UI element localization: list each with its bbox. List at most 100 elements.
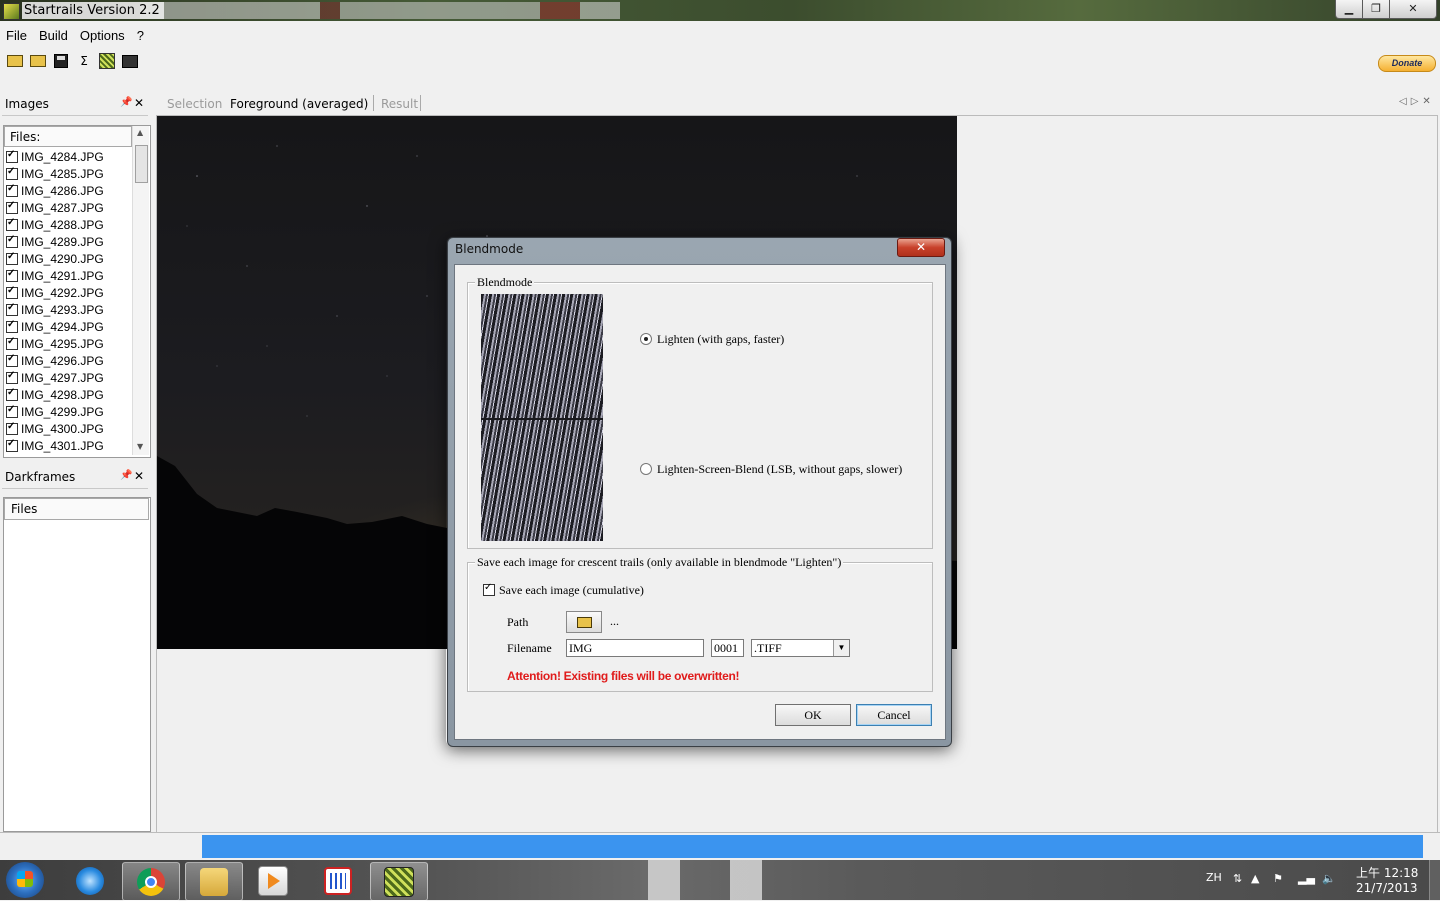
- scroll-thumb[interactable]: [135, 145, 148, 183]
- lighten-radio-label[interactable]: Lighten (with gaps, faster): [657, 332, 784, 347]
- file-list-item[interactable]: IMG_4294.JPG: [6, 318, 131, 335]
- close-icon[interactable]: ✕: [134, 96, 144, 110]
- file-checkbox[interactable]: [6, 200, 18, 214]
- dialog-close-button[interactable]: ✕: [897, 238, 945, 257]
- file-checkbox[interactable]: [6, 319, 18, 333]
- file-list-item[interactable]: IMG_4286.JPG: [6, 182, 131, 199]
- taskbar-media-player[interactable]: [245, 862, 301, 899]
- file-list-item[interactable]: IMG_4287.JPG: [6, 199, 131, 216]
- file-list-item[interactable]: IMG_4288.JPG: [6, 216, 131, 233]
- menu-build[interactable]: Build: [33, 26, 74, 46]
- minimize-button[interactable]: ▁: [1335, 0, 1363, 19]
- network-signal-icon[interactable]: ▂▄: [1298, 872, 1315, 885]
- file-checkbox[interactable]: [6, 234, 18, 248]
- save-each-checkbox[interactable]: [483, 582, 495, 596]
- start-button[interactable]: [6, 862, 44, 898]
- file-list-item[interactable]: IMG_4300.JPG: [6, 420, 131, 437]
- taskbar-grid-app[interactable]: [310, 862, 366, 899]
- save-button[interactable]: [52, 52, 70, 70]
- format-select[interactable]: .TIFF ▼: [751, 639, 850, 657]
- file-list-item[interactable]: IMG_4292.JPG: [6, 284, 131, 301]
- file-list-item[interactable]: IMG_4289.JPG: [6, 233, 131, 250]
- file-list-item[interactable]: IMG_4284.JPG: [6, 148, 131, 165]
- pin-icon[interactable]: 📌: [120, 97, 132, 108]
- file-checkbox[interactable]: [6, 370, 18, 384]
- build-sum-button[interactable]: Σ: [75, 52, 93, 70]
- tab-nav-controls[interactable]: ◁▷✕: [1399, 96, 1435, 107]
- file-checkbox[interactable]: [6, 353, 18, 367]
- taskbar-ie[interactable]: [62, 862, 118, 899]
- open-folder-icon: [577, 617, 592, 628]
- file-list-item[interactable]: IMG_4290.JPG: [6, 250, 131, 267]
- startrails-button[interactable]: [98, 52, 116, 70]
- file-list-item[interactable]: IMG_4295.JPG: [6, 335, 131, 352]
- maximize-button[interactable]: ❐: [1362, 0, 1390, 19]
- close-icon[interactable]: ✕: [134, 469, 144, 483]
- close-window-button[interactable]: ✕: [1389, 0, 1437, 19]
- volume-icon[interactable]: 🔈: [1322, 872, 1336, 885]
- scroll-down-icon[interactable]: ▼: [137, 442, 143, 451]
- lsb-radio-label[interactable]: Lighten-Screen-Blend (LSB, without gaps,…: [657, 462, 902, 477]
- save-each-label[interactable]: Save each image (cumulative): [499, 583, 644, 598]
- ime-icon[interactable]: ⇅: [1233, 872, 1242, 885]
- language-indicator[interactable]: ZH: [1206, 871, 1222, 884]
- taskbar-chrome[interactable]: [122, 862, 180, 901]
- filename-input[interactable]: IMG: [566, 639, 704, 657]
- clock-date[interactable]: 21/7/2013: [1356, 881, 1418, 895]
- show-desktop-button[interactable]: [1429, 860, 1440, 900]
- clock-time[interactable]: 上午 12:18: [1356, 864, 1418, 881]
- file-list-item[interactable]: IMG_4299.JPG: [6, 403, 131, 420]
- file-checkbox[interactable]: [6, 251, 18, 265]
- video-button[interactable]: [121, 52, 139, 70]
- ok-button[interactable]: OK: [775, 704, 851, 726]
- menu-file[interactable]: File: [0, 26, 33, 46]
- file-checkbox[interactable]: [6, 387, 18, 401]
- browse-path-button[interactable]: [566, 611, 602, 633]
- donate-button[interactable]: Donate: [1378, 55, 1436, 72]
- pin-icon[interactable]: 📌: [120, 470, 132, 481]
- file-list-item[interactable]: IMG_4291.JPG: [6, 267, 131, 284]
- file-list-item[interactable]: IMG_4297.JPG: [6, 369, 131, 386]
- lighten-radio[interactable]: [640, 333, 652, 345]
- file-checkbox[interactable]: [6, 404, 18, 418]
- file-list-item[interactable]: IMG_4285.JPG: [6, 165, 131, 182]
- file-list-item[interactable]: IMG_4301.JPG: [6, 437, 131, 454]
- file-checkbox[interactable]: [6, 268, 18, 282]
- file-list-item[interactable]: IMG_4298.JPG: [6, 386, 131, 403]
- files-column-header[interactable]: Files:: [4, 126, 132, 147]
- open-files-button[interactable]: [29, 52, 47, 70]
- scroll-up-icon[interactable]: ▲: [137, 128, 143, 137]
- darkframes-list-box: [3, 497, 151, 832]
- tab-selection[interactable]: Selection: [167, 97, 222, 111]
- counter-input[interactable]: 0001: [711, 639, 744, 657]
- file-checkbox[interactable]: [6, 336, 18, 350]
- title-bar[interactable]: [0, 0, 1440, 21]
- taskbar-explorer[interactable]: [185, 862, 243, 901]
- file-checkbox[interactable]: [6, 302, 18, 316]
- darkframes-files-header[interactable]: Files: [4, 498, 149, 520]
- lsb-radio[interactable]: [640, 463, 652, 475]
- menu-help[interactable]: ?: [131, 26, 150, 46]
- tab-result[interactable]: Result: [381, 97, 418, 111]
- file-list-item[interactable]: IMG_4293.JPG: [6, 301, 131, 318]
- file-list-item[interactable]: IMG_4296.JPG: [6, 352, 131, 369]
- menu-options[interactable]: Options: [74, 26, 131, 46]
- file-checkbox[interactable]: [6, 438, 18, 452]
- action-center-flag-icon[interactable]: ⚑: [1273, 872, 1283, 885]
- file-checkbox[interactable]: [6, 421, 18, 435]
- file-checkbox[interactable]: [6, 285, 18, 299]
- file-checkbox[interactable]: [6, 183, 18, 197]
- chevron-down-icon[interactable]: ▼: [833, 640, 849, 656]
- open-folder-button[interactable]: [6, 52, 24, 70]
- internet-explorer-icon: [76, 866, 104, 895]
- file-name: IMG_4287.JPG: [21, 200, 104, 215]
- file-name: IMG_4295.JPG: [21, 336, 104, 351]
- cancel-button[interactable]: Cancel: [856, 704, 932, 726]
- file-checkbox[interactable]: [6, 166, 18, 180]
- taskbar-startrails[interactable]: [370, 862, 428, 901]
- images-scrollbar[interactable]: ▲ ▼: [132, 126, 149, 455]
- tab-foreground[interactable]: Foreground (averaged): [230, 97, 368, 111]
- file-checkbox[interactable]: [6, 217, 18, 231]
- file-checkbox[interactable]: [6, 149, 18, 163]
- show-hidden-icons[interactable]: ▲: [1251, 872, 1259, 885]
